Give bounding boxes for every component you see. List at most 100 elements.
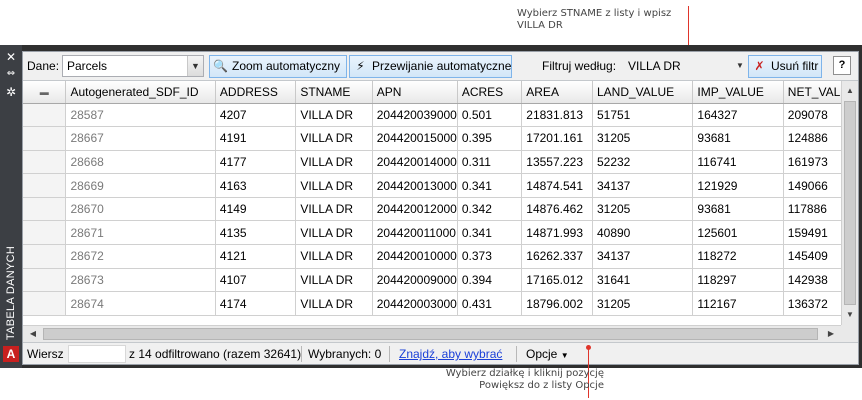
vertical-scrollbar[interactable]: ▲ ▼: [841, 81, 858, 325]
vertical-scroll-thumb[interactable]: [844, 101, 856, 305]
row-selector[interactable]: [23, 268, 67, 293]
table-cell[interactable]: 28673: [65, 268, 216, 293]
find-to-select-link[interactable]: Znajdź, aby wybrać: [399, 347, 502, 361]
filter-dropdown-icon[interactable]: ▼: [734, 55, 746, 77]
table-row[interactable]: 28667 4191 VILLA DR 204420015000 0.395 17201.…: [23, 126, 858, 151]
table-cell[interactable]: 28671: [65, 220, 216, 246]
table-cell[interactable]: VILLA DR: [295, 126, 373, 151]
table-cell[interactable]: 31205: [592, 126, 694, 151]
options-menu-button[interactable]: Opcje ▼: [526, 347, 569, 361]
table-cell[interactable]: 28587: [65, 103, 216, 128]
table-cell[interactable]: 204420011000: [372, 220, 458, 246]
table-cell[interactable]: 121929: [692, 173, 784, 198]
table-cell[interactable]: 17165.012: [521, 268, 593, 293]
table-cell[interactable]: 0.341: [457, 173, 523, 198]
table-cell[interactable]: 31205: [592, 197, 694, 222]
horizontal-scrollbar[interactable]: ◀ ▶: [23, 325, 841, 342]
zoom-auto-button[interactable]: 🔍 Zoom automatyczny: [209, 55, 347, 78]
table-cell[interactable]: 34137: [592, 244, 694, 269]
table-row[interactable]: 28673 4107 VILLA DR 204420009000 0.394 17165.…: [23, 268, 858, 293]
row-selector[interactable]: [23, 150, 67, 175]
table-cell[interactable]: 4174: [215, 291, 297, 316]
table-cell[interactable]: 13557.223: [521, 150, 593, 175]
table-cell[interactable]: 204420012000: [372, 197, 458, 222]
table-cell[interactable]: 31641: [592, 268, 694, 293]
table-cell[interactable]: 28668: [65, 150, 216, 175]
table-row[interactable]: 28672 4121 VILLA DR 204420010000 0.373 16262.…: [23, 244, 858, 269]
column-header[interactable]: LAND_VALUE: [592, 81, 694, 104]
table-cell[interactable]: 112167: [692, 291, 784, 316]
row-selector[interactable]: [23, 244, 67, 269]
clear-filter-button[interactable]: ✗ Usuń filtr: [748, 55, 822, 78]
table-cell[interactable]: 0.431: [457, 291, 523, 316]
auto-hide-icon[interactable]: ⇔: [4, 67, 18, 81]
table-cell[interactable]: 93681: [692, 197, 784, 222]
select-all-icon[interactable]: ▬: [23, 81, 67, 104]
table-cell[interactable]: 16262.337: [521, 244, 593, 269]
table-cell[interactable]: 14876.462: [521, 197, 593, 222]
table-cell[interactable]: 14871.993: [521, 220, 593, 246]
table-cell[interactable]: 18796.002: [521, 291, 593, 316]
table-cell[interactable]: 125601: [692, 220, 784, 246]
table-cell[interactable]: 0.342: [457, 197, 523, 222]
table-cell[interactable]: 4107: [215, 268, 297, 293]
table-cell[interactable]: 4177: [215, 150, 297, 175]
column-header[interactable]: AREA: [521, 81, 593, 104]
table-cell[interactable]: 4191: [215, 126, 297, 151]
table-cell[interactable]: 204420039000: [372, 103, 458, 128]
row-selector[interactable]: [23, 126, 67, 151]
table-cell[interactable]: 4149: [215, 197, 297, 222]
table-cell[interactable]: 31205: [592, 291, 694, 316]
table-cell[interactable]: 0.311: [457, 150, 523, 175]
table-cell[interactable]: 204420003000: [372, 291, 458, 316]
table-cell[interactable]: VILLA DR: [295, 103, 373, 128]
scroll-auto-button[interactable]: ⚡ Przewijanie automatyczne: [349, 55, 512, 78]
table-cell[interactable]: 204420014000: [372, 150, 458, 175]
table-cell[interactable]: 21831.813: [521, 103, 593, 128]
data-source-dropdown[interactable]: Parcels ▼: [62, 55, 204, 77]
table-row[interactable]: 28674 4174 VILLA DR 204420003000 0.431 18796.…: [23, 291, 858, 316]
filter-value-combo[interactable]: VILLA DR: [622, 55, 746, 77]
table-row[interactable]: 28671 4135 VILLA DR 204420011000 0.341 14871.…: [23, 220, 858, 246]
table-row[interactable]: 28668 4177 VILLA DR 204420014000 0.311 13557.…: [23, 150, 858, 175]
table-cell[interactable]: 0.501: [457, 103, 523, 128]
column-header[interactable]: ADDRESS: [215, 81, 297, 104]
column-header[interactable]: Autogenerated_SDF_ID: [65, 81, 216, 104]
table-cell[interactable]: 204420013000: [372, 173, 458, 198]
table-cell[interactable]: 28669: [65, 173, 216, 198]
table-cell[interactable]: 204420010000: [372, 244, 458, 269]
table-cell[interactable]: 4121: [215, 244, 297, 269]
table-cell[interactable]: 0.394: [457, 268, 523, 293]
table-cell[interactable]: VILLA DR: [295, 268, 373, 293]
table-cell[interactable]: 4163: [215, 173, 297, 198]
row-selector[interactable]: [23, 220, 67, 246]
table-cell[interactable]: 93681: [692, 126, 784, 151]
row-selector[interactable]: [23, 173, 67, 198]
table-cell[interactable]: VILLA DR: [295, 150, 373, 175]
table-cell[interactable]: 28674: [65, 291, 216, 316]
table-cell[interactable]: 116741: [692, 150, 784, 175]
table-cell[interactable]: 28670: [65, 197, 216, 222]
column-header[interactable]: STNAME: [295, 81, 373, 104]
table-cell[interactable]: 204420015000: [372, 126, 458, 151]
table-cell[interactable]: 14874.541: [521, 173, 593, 198]
table-cell[interactable]: 51751: [592, 103, 694, 128]
column-header[interactable]: ACRES: [457, 81, 523, 104]
table-cell[interactable]: 17201.161: [521, 126, 593, 151]
table-cell[interactable]: VILLA DR: [295, 220, 373, 246]
table-cell[interactable]: 40890: [592, 220, 694, 246]
scroll-up-icon[interactable]: ▲: [842, 83, 858, 99]
column-header[interactable]: APN: [372, 81, 458, 104]
table-cell[interactable]: 28672: [65, 244, 216, 269]
table-cell[interactable]: 164327: [692, 103, 784, 128]
table-cell[interactable]: 204420009000: [372, 268, 458, 293]
table-cell[interactable]: VILLA DR: [295, 173, 373, 198]
table-row[interactable]: 28669 4163 VILLA DR 204420013000 0.341 14874.…: [23, 173, 858, 198]
close-icon[interactable]: ✕: [4, 50, 18, 64]
table-cell[interactable]: VILLA DR: [295, 291, 373, 316]
horizontal-scroll-thumb[interactable]: [43, 328, 818, 340]
row-selector[interactable]: [23, 197, 67, 222]
table-cell[interactable]: 118297: [692, 268, 784, 293]
row-selector[interactable]: [23, 103, 67, 128]
table-cell[interactable]: 34137: [592, 173, 694, 198]
